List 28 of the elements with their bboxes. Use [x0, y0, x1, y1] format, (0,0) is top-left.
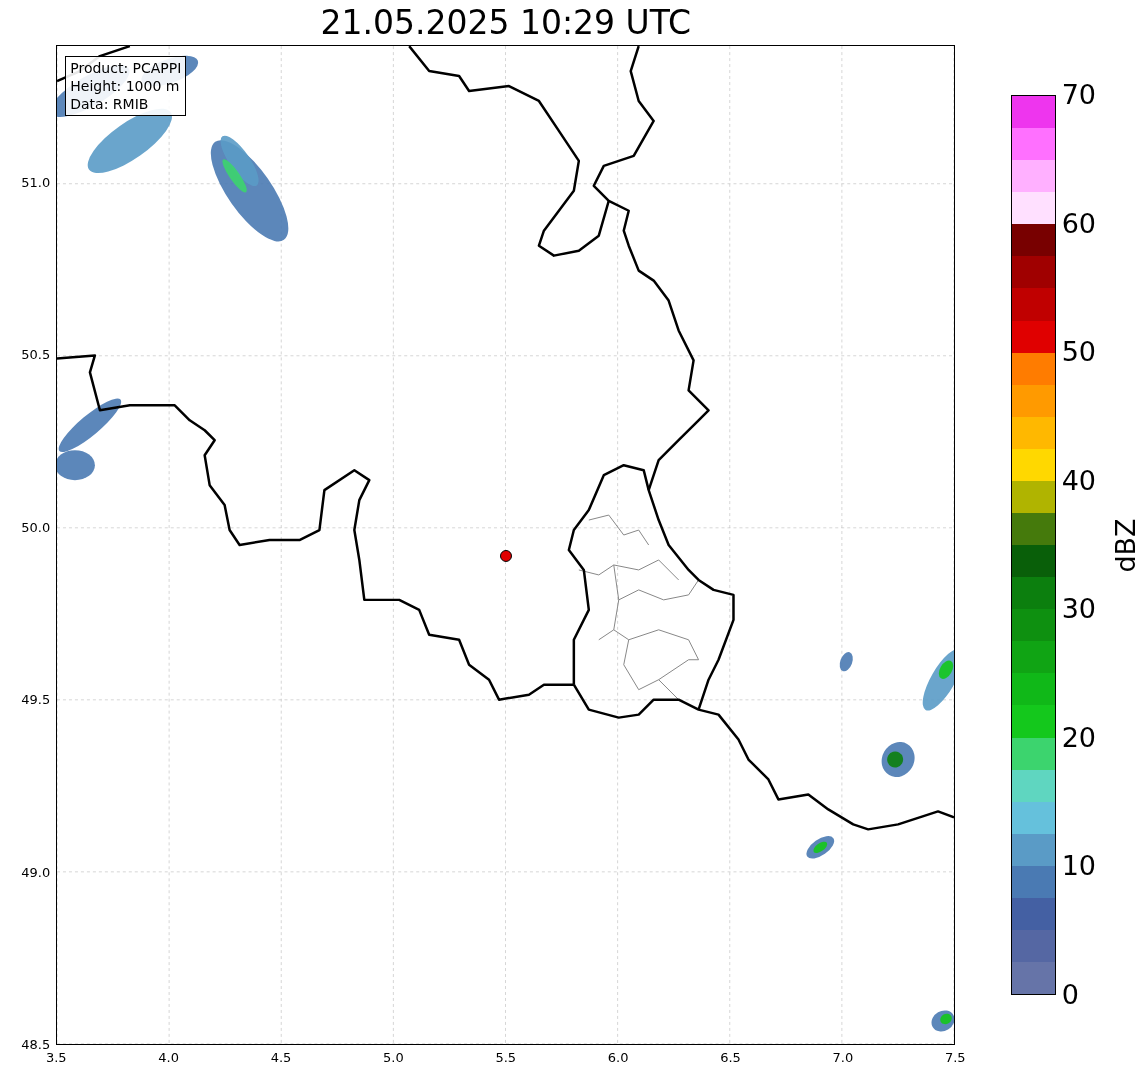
colorbar-tick-label: 50	[1061, 338, 1096, 366]
x-axis-label: 7.5	[944, 1051, 966, 1064]
y-axis-label: 50.5	[21, 348, 51, 362]
y-axis-label: 49.0	[21, 865, 51, 879]
y-axis-label: 51.0	[21, 175, 51, 189]
colorbar-label: dBZ	[1111, 517, 1139, 573]
x-axis-label: 7.0	[832, 1051, 854, 1064]
y-axis-label: 48.5	[21, 1038, 51, 1051]
colorbar-tick-label: 20	[1061, 723, 1096, 751]
colorbar-tick-label: 70	[1061, 81, 1096, 108]
info-line: Height: 1000 m	[70, 77, 181, 95]
colorbar-tick-label: 60	[1061, 209, 1096, 237]
y-axis-label: 49.5	[21, 693, 51, 707]
x-axis-label: 4.0	[158, 1051, 179, 1064]
x-axis-label: 6.0	[607, 1051, 629, 1064]
colorbar-tick-label: 0	[1061, 981, 1079, 1008]
colorbar-tick-label: 30	[1061, 595, 1096, 623]
x-axis-label: 5.0	[383, 1051, 404, 1064]
x-axis-label: 3.5	[45, 1051, 67, 1064]
colorbar-tick-label: 40	[1061, 466, 1096, 494]
info-line: Product: PCAPPI	[70, 59, 182, 77]
map-title: 21.05.2025 10:29 UTC	[320, 6, 691, 39]
x-axis-label: 6.5	[720, 1051, 741, 1064]
info-line: Data: RMIB	[70, 95, 150, 113]
y-axis-label: 50.0	[21, 520, 51, 534]
x-axis-label: 5.5	[495, 1051, 517, 1064]
colorbar-tick-label: 10	[1061, 852, 1096, 880]
x-axis-label: 4.5	[270, 1051, 292, 1064]
